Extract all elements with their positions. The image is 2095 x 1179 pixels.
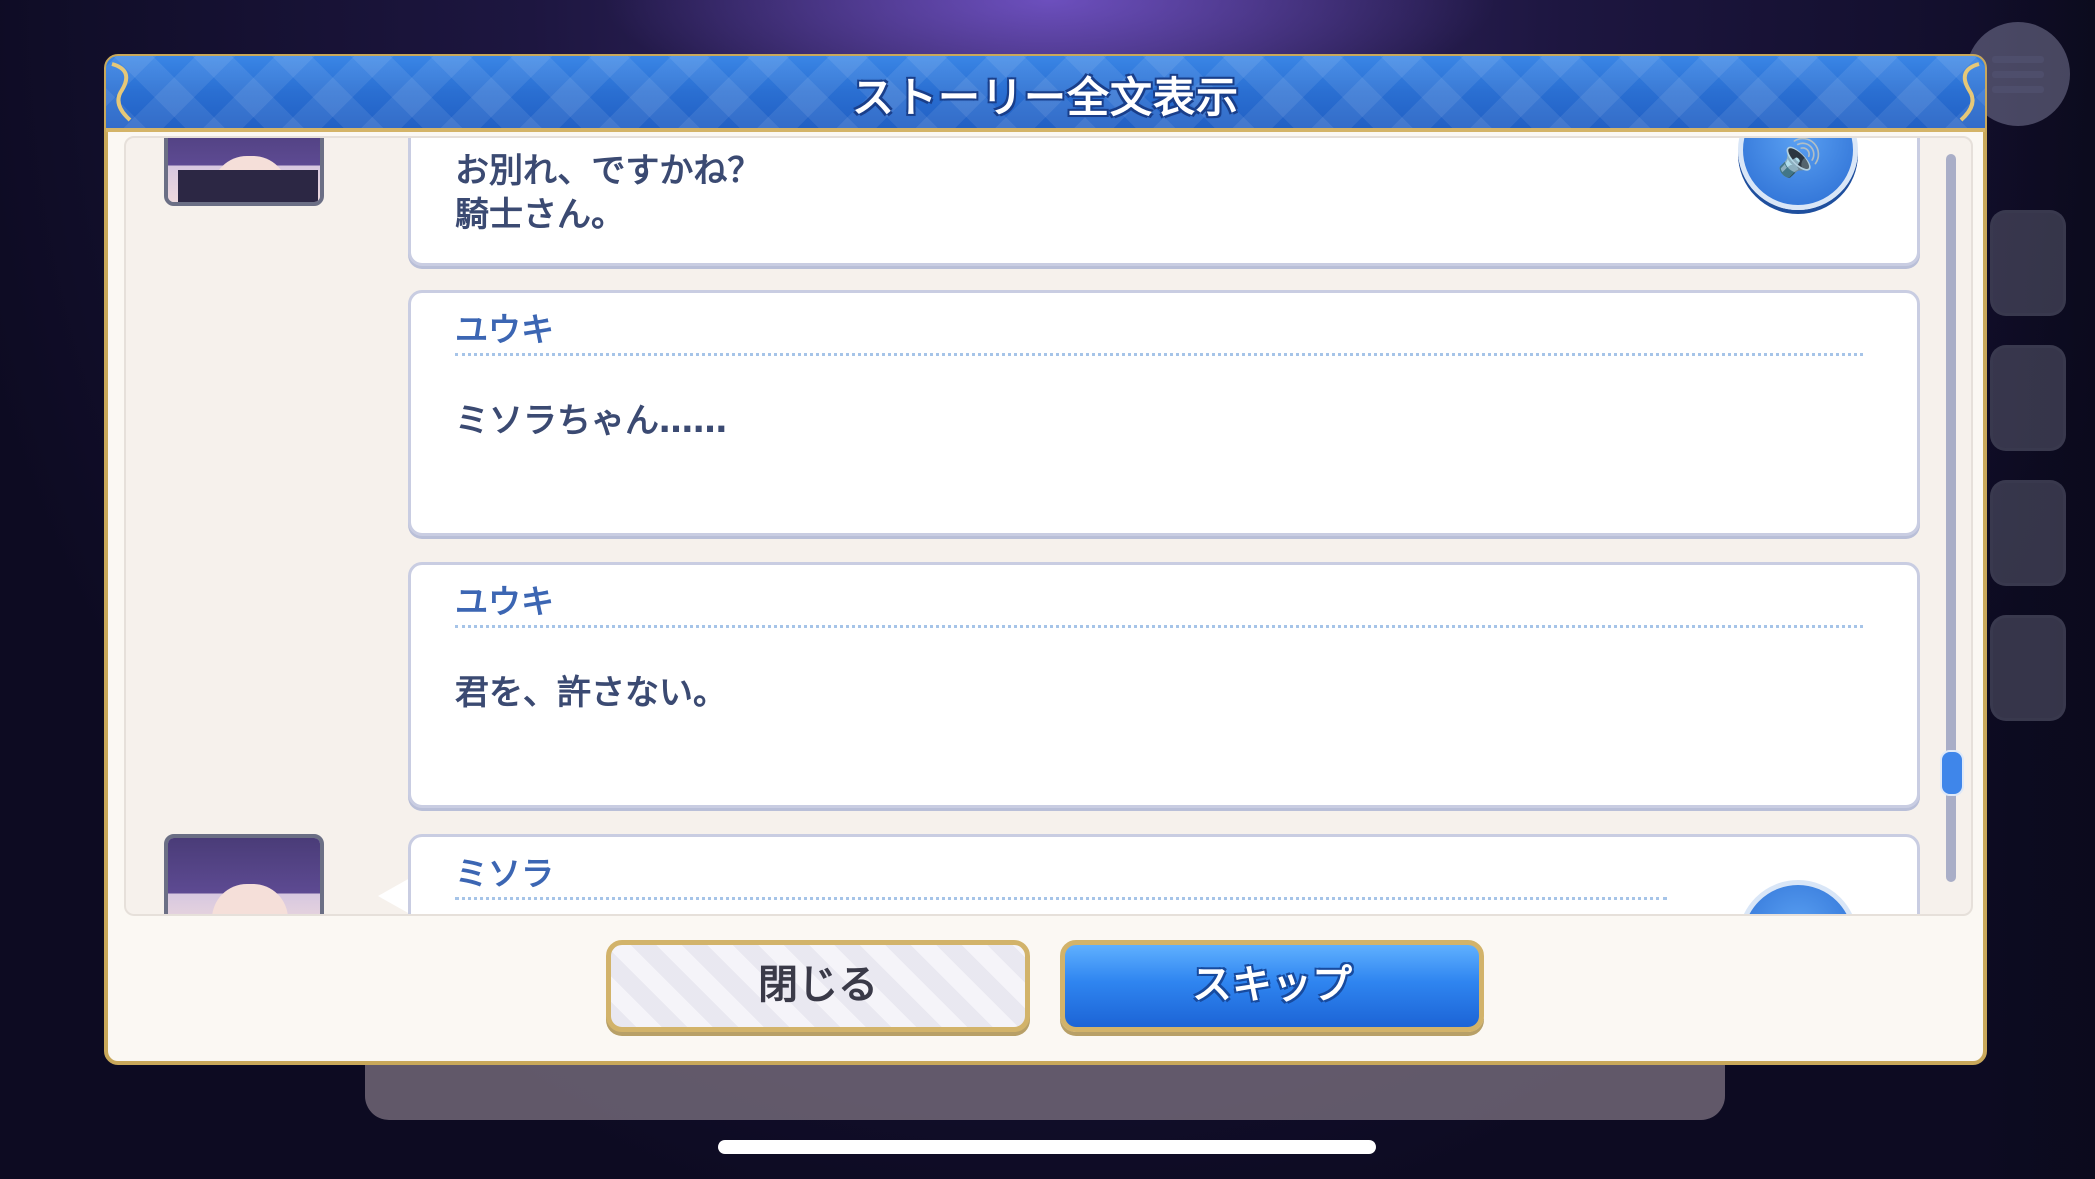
dialog-header: ストーリー全文表示 bbox=[106, 56, 1985, 132]
story-log-list[interactable]: お別れ、ですかね？ 騎士さん。 🔊 ユウキ ミソラちゃん…… ユウキ 君を、許さ… bbox=[124, 136, 1973, 916]
speaker-name: ユウキ bbox=[455, 310, 554, 349]
divider bbox=[455, 625, 1863, 628]
list-item: お別れ、ですかね？ 騎士さん。 bbox=[408, 138, 1920, 266]
divider bbox=[455, 897, 1667, 900]
list-item: ミソラ bbox=[408, 834, 1920, 914]
list-item: ユウキ ミソラちゃん…… bbox=[408, 290, 1920, 536]
side-menu-tab[interactable] bbox=[1990, 480, 2066, 586]
divider bbox=[455, 353, 1863, 356]
speaker-name: ユウキ bbox=[455, 582, 554, 621]
speaker-avatar bbox=[164, 138, 324, 206]
dialogue-text: お別れ、ですかね？ 騎士さん。 bbox=[455, 151, 762, 235]
close-button[interactable]: 閉じる bbox=[606, 940, 1030, 1032]
side-menu-tab[interactable] bbox=[1990, 345, 2066, 451]
list-item: ユウキ 君を、許さない。 bbox=[408, 562, 1920, 808]
story-log-dialog: ストーリー全文表示 お別れ、ですかね？ 騎士さん。 🔊 ユウキ ミソラちゃん……… bbox=[104, 54, 1987, 1065]
skip-button[interactable]: スキップ bbox=[1060, 940, 1484, 1032]
dialog-title: ストーリー全文表示 bbox=[851, 73, 1239, 122]
dialogue-text: ミソラちゃん…… bbox=[455, 401, 727, 441]
scrollbar-thumb[interactable] bbox=[1940, 750, 1964, 796]
speaker-avatar bbox=[164, 834, 324, 914]
dialogue-text: 君を、許さない。 bbox=[455, 673, 727, 713]
speaker-icon: 🔊 bbox=[1777, 138, 1822, 179]
side-menu-tab[interactable] bbox=[1990, 615, 2066, 721]
side-menu-tab[interactable] bbox=[1990, 210, 2066, 316]
speaker-name: ミソラ bbox=[455, 854, 554, 893]
background-shade bbox=[1975, 0, 2095, 1179]
bubble-pointer bbox=[378, 878, 410, 914]
ornament-icon bbox=[1959, 62, 1980, 122]
home-indicator[interactable] bbox=[718, 1140, 1376, 1154]
